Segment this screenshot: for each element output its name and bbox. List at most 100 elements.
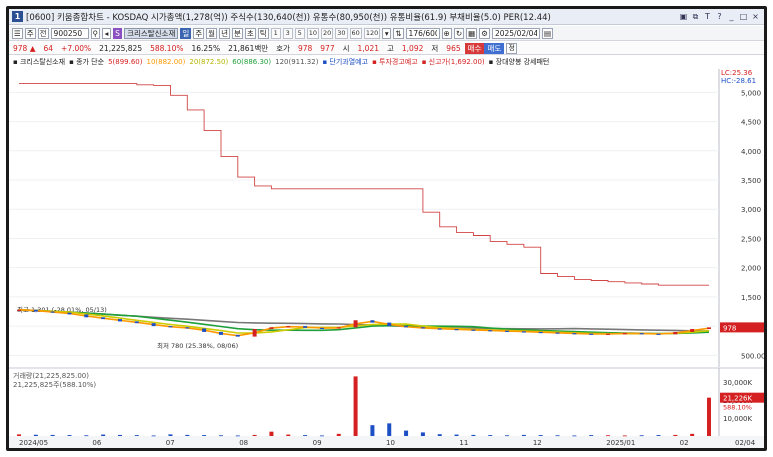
x-tick-label: 2025/01 (606, 439, 635, 447)
price-tick-label: 2,000 (741, 265, 761, 273)
volume-bar (707, 397, 711, 436)
price-candle (202, 328, 207, 332)
price-candle (538, 331, 543, 334)
price-candle (252, 329, 257, 337)
volume-bar (589, 435, 594, 436)
current-volume-pct: 588.10% (723, 404, 752, 412)
price-candle (505, 330, 510, 332)
x-tick-label: 09 (313, 439, 322, 447)
price-tick-label: 500.00 (741, 352, 764, 360)
price-axis-top: LC:25.36 (721, 69, 753, 77)
x-tick-label: 10 (386, 439, 395, 447)
volume-bar (252, 434, 257, 436)
price-candle (471, 329, 476, 331)
volume-bar (622, 435, 627, 437)
volume-bar (185, 434, 190, 436)
price-candle (521, 331, 526, 333)
volume-bar (168, 434, 173, 436)
price-candle (707, 327, 711, 330)
volume-bar (286, 434, 291, 436)
volume-bar (202, 435, 207, 436)
volume-bar (673, 434, 678, 436)
volume-bar (134, 435, 139, 436)
volume-bar (84, 435, 89, 437)
price-candle (235, 334, 240, 337)
volume-bar (50, 434, 55, 436)
price-candle (420, 327, 425, 329)
current-volume-label: 21,226K (723, 395, 752, 403)
volume-bar (353, 376, 358, 436)
price-candle (67, 312, 72, 315)
volume-bar (235, 435, 240, 437)
volume-bar (471, 434, 476, 436)
x-tick-label: 07 (166, 439, 175, 447)
price-candle (303, 326, 308, 328)
price-candle (387, 322, 392, 327)
price-tick-label: 4,500 (741, 119, 761, 127)
price-candle (639, 333, 644, 335)
chart-window: 1 [0600] 키움종합차트 - KOSDAQ 시가총액(1,278(억)) … (6, 6, 767, 451)
volume-bar (303, 435, 308, 436)
price-candle (17, 309, 21, 311)
volume-bar (218, 435, 223, 437)
volume-bar (151, 435, 156, 437)
volume-title: 거래량(21,225,825.00) (13, 371, 89, 380)
volume-bar (690, 433, 695, 436)
price-candle (269, 327, 274, 330)
price-candle (50, 311, 55, 313)
price-tick-label: 2,500 (741, 235, 761, 243)
volume-bar (488, 435, 493, 436)
price-candle (454, 329, 459, 331)
volume-tick-label: 10,000K (723, 415, 752, 423)
x-tick-label: 06 (92, 439, 101, 447)
price-candle (117, 319, 122, 322)
x-tick-label: 11 (459, 439, 468, 447)
low-annotation: 최저 780 (25.38%, 08/06) (157, 341, 238, 350)
volume-bar (437, 434, 442, 436)
price-candle (101, 317, 106, 320)
price-candle (218, 331, 223, 335)
volume-bar (505, 435, 510, 437)
volume-bar (538, 435, 543, 436)
volume-pane (9, 367, 764, 436)
price-candle (151, 323, 156, 327)
volume-bar (101, 434, 106, 436)
volume-bar (521, 434, 526, 436)
price-chart[interactable]: 거래량(21,225,825.00) 21,225,825주(588.10%) … (9, 9, 764, 448)
price-tick-label: 4,000 (741, 148, 761, 156)
price-candle (168, 326, 173, 328)
price-tick-label: 3,000 (741, 206, 761, 214)
volume-bar (117, 434, 122, 436)
current-price-label: 978 (723, 324, 736, 332)
volume-bar (420, 432, 425, 436)
x-tick-label: 2024/05 (19, 439, 48, 447)
price-tick-label: 1,500 (741, 294, 761, 302)
volume-bar (387, 423, 392, 436)
volume-bar (67, 435, 72, 436)
price-candle (319, 327, 324, 330)
volume-bar (555, 435, 560, 437)
price-candle (690, 329, 695, 332)
price-candle (84, 314, 89, 318)
price-candle (606, 333, 611, 335)
x-tick-label: 02 (680, 439, 689, 447)
price-candle (185, 327, 190, 329)
price-candle (656, 333, 661, 335)
volume-bar (17, 434, 21, 436)
price-candle (488, 330, 493, 332)
price-axis-top2: HC:-28.61 (721, 77, 756, 85)
volume-bar (336, 433, 341, 436)
volume-bar (656, 435, 661, 436)
price-candle (589, 333, 594, 335)
x-tick-label: 08 (239, 439, 248, 447)
price-candle (336, 327, 341, 329)
x-tick-label: 12 (533, 439, 542, 447)
volume-bar (33, 434, 38, 436)
price-candle (404, 326, 409, 328)
price-candle (134, 321, 139, 324)
price-candle (353, 320, 358, 328)
x-tick-label: 02/04 (735, 439, 756, 447)
volume-bar (572, 435, 577, 437)
volume-bar (319, 435, 324, 437)
price-candle (286, 326, 291, 328)
